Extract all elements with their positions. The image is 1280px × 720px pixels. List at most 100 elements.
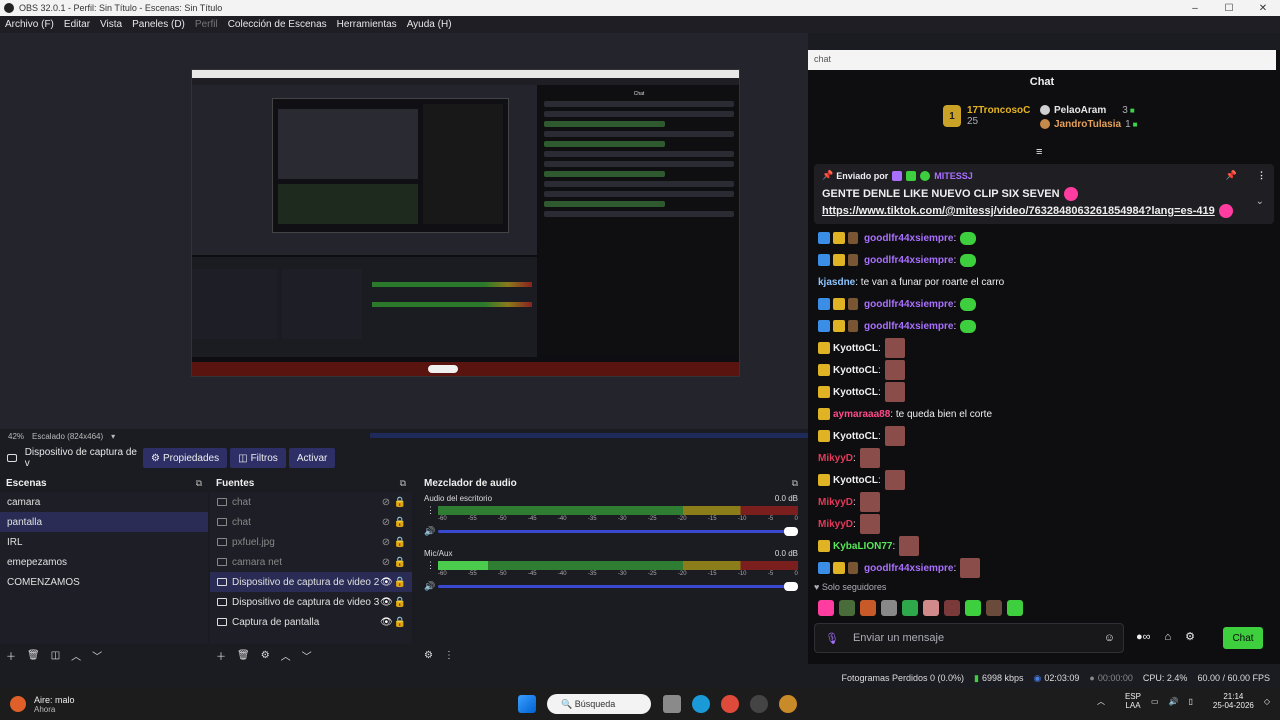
chat-username[interactable]: KyottoCL	[833, 387, 878, 398]
taskbar-search[interactable]: 🔍 Búsqueda	[547, 694, 651, 714]
dock-menu-icon[interactable]: ⧉	[196, 478, 202, 489]
menu-item[interactable]: Herramientas	[332, 19, 402, 30]
leaderboard-collapse-icon[interactable]: ≡	[1036, 146, 1042, 158]
scale-label[interactable]: Escalado (824x464)	[32, 432, 103, 441]
eye-icon[interactable]: 👁	[380, 597, 393, 608]
language-indicator[interactable]: ESP LAA	[1115, 692, 1141, 710]
network-icon[interactable]: ▭	[1151, 697, 1159, 706]
scene-item[interactable]: emepezamos	[0, 552, 208, 572]
obs-icon[interactable]	[750, 695, 768, 713]
pinned-link[interactable]: https://www.tiktok.com/@mitessj/video/76…	[822, 204, 1266, 218]
filters-button[interactable]: ◫ Filtros	[230, 448, 286, 468]
emote-icon[interactable]	[965, 600, 981, 616]
first-place-name[interactable]: 17TroncosoC	[967, 105, 1030, 116]
add-source-icon[interactable]: ＋	[216, 648, 226, 663]
chat-username[interactable]: kjasdne	[818, 277, 855, 288]
menu-item[interactable]: Paneles (D)	[127, 19, 190, 30]
chat-username[interactable]: KyottoCL	[833, 475, 878, 486]
source-item[interactable]: chat ⊘ 🔒	[210, 492, 412, 512]
source-item[interactable]: Dispositivo de captura de video 2 👁 🔒	[210, 572, 412, 592]
app-icon[interactable]	[779, 695, 797, 713]
source-item[interactable]: camara net ⊘ 🔒	[210, 552, 412, 572]
source-item[interactable]: Captura de pantalla 👁 🔒	[210, 612, 412, 632]
move-up-icon[interactable]: ︿	[71, 648, 81, 663]
scene-item[interactable]: camara	[0, 492, 208, 512]
scale-dropdown-icon[interactable]: ▾	[111, 432, 115, 441]
emote-icon[interactable]	[923, 600, 939, 616]
lock-icon[interactable]: 🔒	[392, 517, 408, 528]
move-down-icon[interactable]: ﹀	[302, 648, 312, 663]
chat-username[interactable]: goodlfr44xsiempre	[864, 563, 953, 574]
chrome-icon[interactable]	[721, 695, 739, 713]
menu-item[interactable]: Ayuda (H)	[402, 19, 457, 30]
eye-hidden-icon[interactable]: ⊘	[380, 497, 392, 508]
volume-knob[interactable]	[784, 527, 798, 536]
lock-icon[interactable]: 🔒	[392, 617, 408, 628]
menu-item[interactable]: Editar	[59, 19, 95, 30]
chat-username[interactable]: KyottoCL	[833, 431, 878, 442]
move-down-icon[interactable]: ﹀	[92, 648, 102, 663]
add-scene-icon[interactable]: ＋	[6, 648, 16, 663]
chat-settings-icon[interactable]: ⚙	[1185, 630, 1195, 643]
unpin-icon[interactable]: 📌	[1226, 170, 1237, 181]
chat-username[interactable]: goodlfr44xsiempre	[864, 255, 953, 266]
speaker-icon[interactable]: 🔊	[424, 581, 438, 592]
windows-start-icon[interactable]	[518, 695, 536, 713]
pinned-menu-icon[interactable]: ⋮	[1257, 170, 1266, 181]
emote-icon[interactable]	[860, 600, 876, 616]
chat-address-bar[interactable]: chat	[808, 50, 1276, 70]
emote-icon[interactable]	[1007, 600, 1023, 616]
source-item[interactable]: pxfuel.jpg ⊘ 🔒	[210, 532, 412, 552]
third-place-name[interactable]: JandroTulasia	[1054, 119, 1121, 130]
eye-hidden-icon[interactable]: ⊘	[380, 557, 392, 568]
chat-input[interactable]: 🎙 Enviar un mensaje ☺	[814, 623, 1124, 653]
zoom-level[interactable]: 42%	[8, 432, 24, 441]
emote-icon[interactable]	[839, 600, 855, 616]
eye-hidden-icon[interactable]: ⊘	[380, 537, 392, 548]
chat-username[interactable]: goodlfr44xsiempre	[864, 299, 953, 310]
source-item[interactable]: Dispositivo de captura de video 3 👁 🔒	[210, 592, 412, 612]
channel-menu-icon[interactable]: ⋮	[426, 505, 435, 516]
notifications-icon[interactable]: ◇	[1264, 697, 1270, 706]
speaker-icon[interactable]: 🔊	[424, 526, 438, 537]
eye-icon[interactable]: 👁	[380, 577, 393, 588]
activate-button[interactable]: Activar	[288, 448, 336, 468]
weather-widget[interactable]: Aire: malo Ahora	[10, 695, 75, 714]
menu-item[interactable]: Vista	[95, 19, 127, 30]
emote-icon[interactable]	[818, 600, 834, 616]
chat-username[interactable]: MikyyD	[818, 497, 853, 508]
source-item[interactable]: chat ⊘ 🔒	[210, 512, 412, 532]
source-settings-icon[interactable]: ⚙	[261, 650, 270, 661]
lock-icon[interactable]: 🔒	[392, 497, 408, 508]
close-button[interactable]: ✕	[1246, 3, 1280, 14]
battery-icon[interactable]: ▯	[1189, 697, 1193, 706]
pinned-link-text[interactable]: https://www.tiktok.com/@mitessj/video/76…	[822, 205, 1215, 217]
task-view-icon[interactable]	[663, 695, 681, 713]
eye-icon[interactable]: 👁	[380, 617, 393, 628]
edge-icon[interactable]	[692, 695, 710, 713]
scene-filters-icon[interactable]: ◫	[51, 650, 60, 661]
scene-item[interactable]: IRL	[0, 532, 208, 552]
chat-username[interactable]: goodlfr44xsiempre	[864, 233, 953, 244]
move-up-icon[interactable]: ︿	[281, 648, 291, 663]
lock-icon[interactable]: 🔒	[392, 577, 408, 588]
chat-username[interactable]: aymaraaa88	[833, 409, 890, 420]
preview-scrollbar[interactable]	[370, 433, 808, 438]
emote-icon[interactable]	[902, 600, 918, 616]
lock-icon[interactable]: 🔒	[392, 557, 408, 568]
pinned-user[interactable]: MITESSJ	[934, 171, 973, 181]
maximize-button[interactable]: ☐	[1212, 3, 1246, 14]
dock-menu-icon[interactable]: ⧉	[792, 478, 798, 489]
eye-hidden-icon[interactable]: ⊘	[380, 517, 392, 528]
chat-username[interactable]: KybaLION77	[833, 541, 892, 552]
advanced-audio-icon[interactable]: ⚙	[424, 650, 433, 661]
emote-icon[interactable]	[944, 600, 960, 616]
chat-username[interactable]: MikyyD	[818, 519, 853, 530]
clock[interactable]: 21:14 25-04-2026	[1203, 692, 1254, 710]
scene-item[interactable]: COMENZAMOS	[0, 572, 208, 592]
chat-username[interactable]: KyottoCL	[833, 343, 878, 354]
menu-item[interactable]: Perfil	[190, 19, 223, 30]
mixer-menu-icon[interactable]: ⋮	[444, 650, 454, 661]
lock-icon[interactable]: 🔒	[392, 597, 408, 608]
emote-icon[interactable]	[881, 600, 897, 616]
